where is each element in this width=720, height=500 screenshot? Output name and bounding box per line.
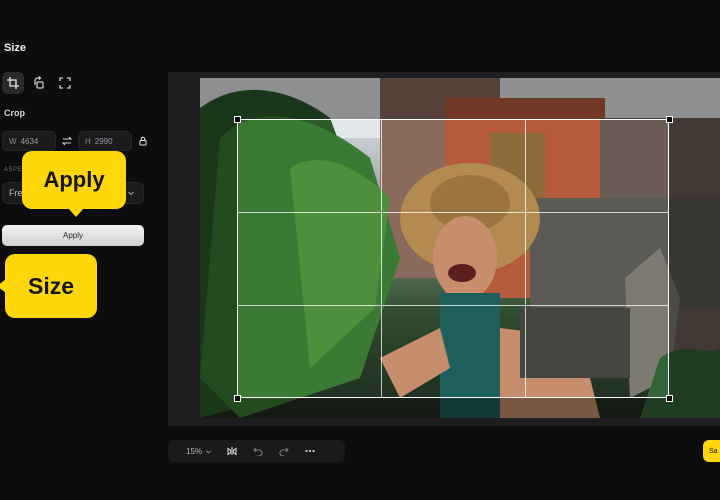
crop-handle-bottom-left[interactable] <box>234 395 241 402</box>
height-prefix: H <box>85 136 91 146</box>
redo-icon <box>279 447 289 456</box>
height-value: 2990 <box>94 136 113 146</box>
width-value: 4634 <box>20 136 39 146</box>
swap-icon <box>62 136 72 146</box>
lock-icon <box>139 136 147 146</box>
crop-handle-top-left[interactable] <box>234 116 241 123</box>
more-icon <box>305 449 315 453</box>
crop-frame[interactable] <box>237 119 669 398</box>
height-field[interactable]: H 2990 <box>78 131 132 151</box>
zoom-control[interactable]: 15% <box>186 447 212 456</box>
crop-mask-left <box>200 119 237 398</box>
grid-line-h1 <box>238 212 668 213</box>
flip-button[interactable] <box>226 445 238 457</box>
crop-mask-top <box>200 78 720 119</box>
crop-handle-top-right[interactable] <box>666 116 673 123</box>
grid-line-v2 <box>525 120 526 397</box>
rotate-tool-button[interactable] <box>28 72 50 94</box>
grid-line-h2 <box>238 305 668 306</box>
crop-section-label: Crop <box>4 108 25 118</box>
flip-icon <box>227 447 237 456</box>
aspect-ratio-value: Fre <box>9 188 23 198</box>
crop-mask-bottom <box>200 398 720 418</box>
undo-button[interactable] <box>252 445 264 457</box>
width-prefix: W <box>9 136 17 146</box>
apply-button[interactable]: Apply <box>2 225 144 246</box>
save-button[interactable]: Sa <box>703 440 720 462</box>
apply-callout: Apply <box>22 151 126 217</box>
size-callout: Size <box>0 254 97 318</box>
fullscreen-icon <box>59 77 71 89</box>
chevron-down-icon <box>206 450 211 453</box>
undo-icon <box>253 447 263 456</box>
crop-handle-bottom-right[interactable] <box>666 395 673 402</box>
redo-button[interactable] <box>278 445 290 457</box>
swap-dimensions-button[interactable] <box>60 134 74 148</box>
rotate-icon <box>34 76 44 89</box>
grid-line-v1 <box>381 120 382 397</box>
fullscreen-tool-button[interactable] <box>54 72 76 94</box>
crop-icon <box>7 77 19 89</box>
bottom-toolbar: 15% <box>168 440 345 462</box>
zoom-value: 15% <box>186 446 203 456</box>
more-button[interactable] <box>304 445 316 457</box>
dimension-row: W 4634 H 2990 <box>2 131 150 151</box>
tool-row <box>2 72 76 94</box>
crop-mask-right <box>669 119 720 398</box>
chevron-down-icon <box>128 191 134 196</box>
panel-title: Size <box>4 42 27 54</box>
crop-tool-button[interactable] <box>2 72 24 94</box>
aspect-lock-button[interactable] <box>136 134 150 148</box>
width-field[interactable]: W 4634 <box>2 131 56 151</box>
